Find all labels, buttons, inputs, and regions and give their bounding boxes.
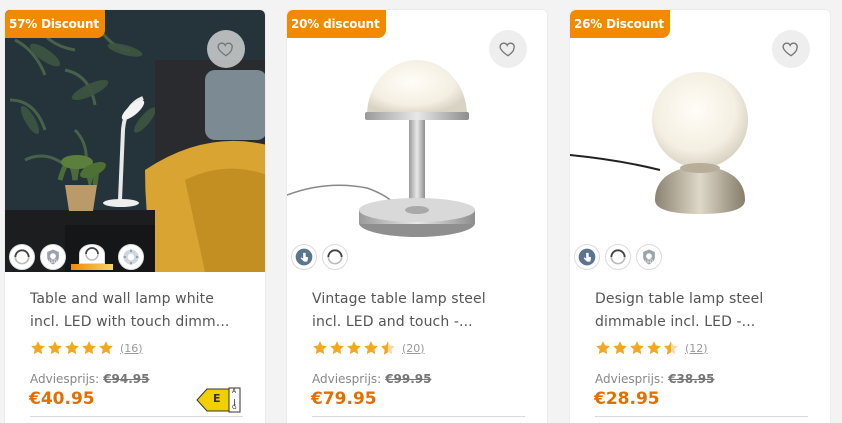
star-icon bbox=[98, 340, 114, 356]
advice-price: Adviesprijs: €99.95 bbox=[312, 372, 432, 386]
current-price: €28.95 bbox=[594, 389, 660, 409]
star-icon bbox=[346, 340, 362, 356]
star-rating: (12) bbox=[595, 340, 708, 356]
discount-badge: 20% discount bbox=[287, 10, 386, 38]
product-title-line: incl. LED and touch -... bbox=[312, 314, 473, 330]
product-title-line: Vintage table lamp steel bbox=[312, 291, 486, 307]
color-temperature-icon bbox=[118, 244, 144, 270]
feature-icons bbox=[291, 244, 348, 270]
energy-scale-bottom: G bbox=[232, 404, 237, 411]
advice-price: Adviesprijs: €38.95 bbox=[595, 372, 715, 386]
product-title-line: incl. LED with touch dimm... bbox=[30, 314, 230, 330]
current-price: €40.95 bbox=[29, 389, 95, 409]
review-count-link[interactable]: (12) bbox=[685, 342, 708, 355]
star-icon bbox=[629, 340, 645, 356]
dimmable-icon bbox=[322, 244, 348, 270]
touch-icon bbox=[574, 244, 600, 270]
dimmer-icon bbox=[71, 244, 113, 270]
wishlist-heart-button[interactable] bbox=[489, 30, 527, 68]
product-title-line: Design table lamp steel bbox=[595, 291, 764, 307]
touch-icon bbox=[291, 244, 317, 270]
star-half-icon bbox=[663, 340, 679, 356]
energy-scale-top: A bbox=[232, 388, 237, 395]
star-icon bbox=[595, 340, 611, 356]
current-price: €79.95 bbox=[311, 389, 377, 409]
feature-icons bbox=[9, 244, 144, 270]
discount-badge: 26% Discount bbox=[570, 10, 670, 38]
star-icon bbox=[612, 340, 628, 356]
feature-icons bbox=[574, 244, 662, 270]
star-icon bbox=[81, 340, 97, 356]
star-half-icon bbox=[380, 340, 396, 356]
energy-class-letter: E bbox=[213, 392, 221, 405]
star-icon bbox=[329, 340, 345, 356]
advice-price: Adviesprijs: €94.95 bbox=[30, 372, 150, 386]
heart-icon bbox=[781, 39, 801, 59]
energy-label-button[interactable]: E A G bbox=[195, 387, 241, 417]
product-title[interactable]: Vintage table lamp steel incl. LED and t… bbox=[312, 288, 526, 334]
product-title[interactable]: Table and wall lamp white incl. LED with… bbox=[30, 288, 244, 334]
product-image[interactable]: 20% discount bbox=[287, 10, 547, 272]
star-icon bbox=[47, 340, 63, 356]
wishlist-heart-button[interactable] bbox=[772, 30, 810, 68]
divider bbox=[312, 416, 525, 417]
dimmable-icon bbox=[605, 244, 631, 270]
divider bbox=[30, 416, 243, 417]
advice-label: Adviesprijs: bbox=[595, 372, 665, 386]
review-count-link[interactable]: (20) bbox=[402, 342, 425, 355]
old-price: €99.95 bbox=[385, 372, 432, 386]
star-icon bbox=[646, 340, 662, 356]
product-title-line: Table and wall lamp white bbox=[30, 291, 214, 307]
product-image[interactable]: 57% Discount bbox=[5, 10, 265, 272]
heart-icon bbox=[498, 39, 518, 59]
advice-label: Adviesprijs: bbox=[30, 372, 100, 386]
discount-badge: 57% Discount bbox=[5, 10, 105, 38]
product-image[interactable]: 26% Discount bbox=[570, 10, 830, 272]
dimmable-icon bbox=[9, 244, 35, 270]
wishlist-heart-button[interactable] bbox=[207, 30, 245, 68]
led-included-icon bbox=[636, 244, 662, 270]
divider bbox=[595, 416, 808, 417]
star-icon bbox=[312, 340, 328, 356]
star-rating: (16) bbox=[30, 340, 143, 356]
product-title-line: dimmable incl. LED -... bbox=[595, 314, 756, 330]
star-icon bbox=[363, 340, 379, 356]
review-count-link[interactable]: (16) bbox=[120, 342, 143, 355]
product-card[interactable]: 57% Discount Table and wall lamp white i… bbox=[4, 9, 266, 423]
heart-icon bbox=[216, 39, 236, 59]
star-icon bbox=[64, 340, 80, 356]
product-card[interactable]: 26% Discount Design table lamp steel dim… bbox=[569, 9, 831, 423]
old-price: €94.95 bbox=[103, 372, 150, 386]
advice-label: Adviesprijs: bbox=[312, 372, 382, 386]
old-price: €38.95 bbox=[668, 372, 715, 386]
product-card[interactable]: 20% discount Vintage table lamp steel in… bbox=[286, 9, 548, 423]
product-title[interactable]: Design table lamp steel dimmable incl. L… bbox=[595, 288, 809, 334]
star-icon bbox=[30, 340, 46, 356]
star-rating: (20) bbox=[312, 340, 425, 356]
led-included-icon bbox=[40, 244, 66, 270]
